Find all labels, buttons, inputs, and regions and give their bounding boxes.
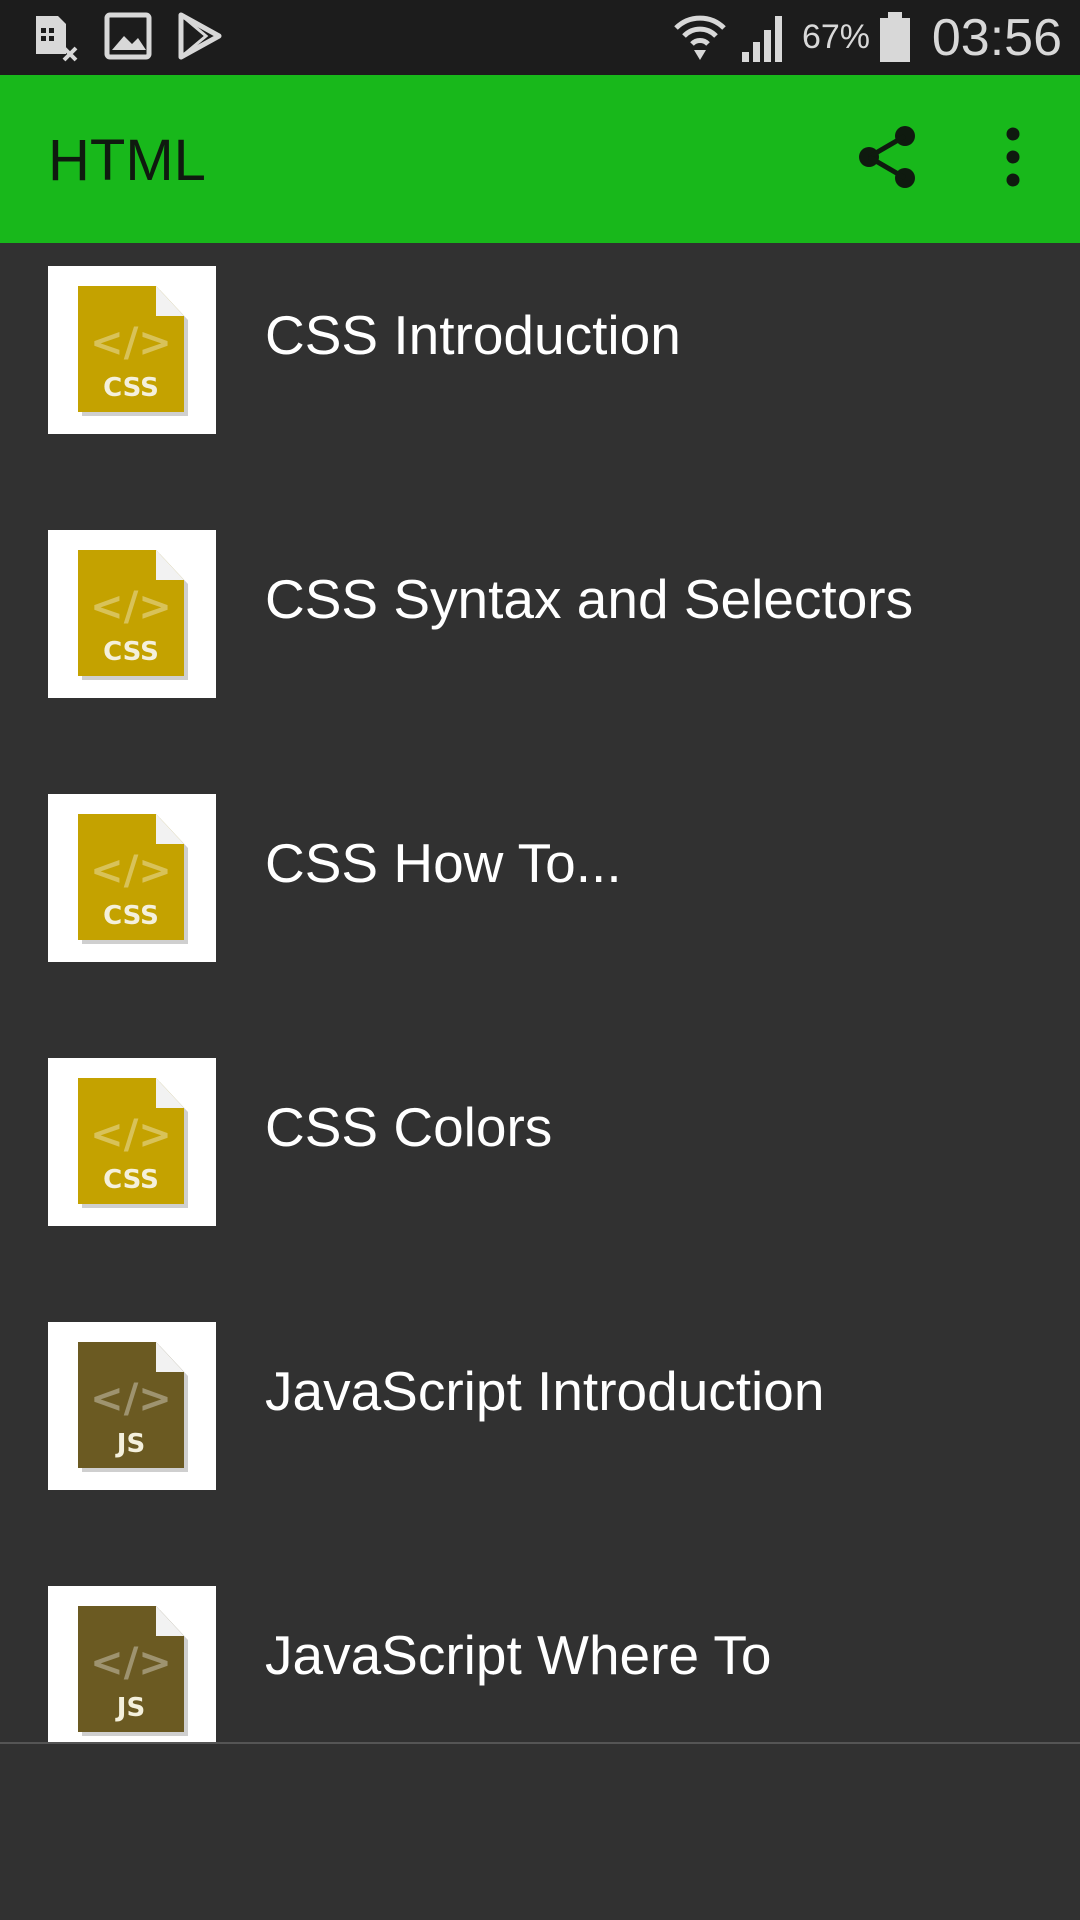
list-item-label: CSS Introduction	[265, 304, 681, 366]
document-icon: </> JS	[78, 1342, 188, 1472]
code-glyph: </>	[90, 848, 172, 894]
file-code-icon: </> CSS	[48, 530, 216, 698]
status-bar: 67% 03:56	[0, 0, 1080, 75]
list-item[interactable]: </> JS JavaScript Where To	[0, 1563, 1080, 1743]
code-glyph: </>	[90, 1376, 172, 1422]
list-item[interactable]: </> CSS CSS Colors	[0, 1035, 1080, 1299]
list-item[interactable]: </> JS JavaScript Introduction	[0, 1299, 1080, 1563]
file-code-icon: </> JS	[48, 1586, 216, 1743]
document-icon: </> CSS	[78, 1078, 188, 1208]
gallery-icon	[104, 12, 152, 60]
code-glyph: </>	[90, 584, 172, 630]
list-item[interactable]: </> CSS CSS How To...	[0, 771, 1080, 1035]
document-icon: </> CSS	[78, 550, 188, 680]
battery-icon	[880, 12, 910, 62]
clock: 03:56	[931, 9, 1062, 67]
file-type-badge: CSS	[103, 637, 159, 667]
code-glyph: </>	[90, 1640, 172, 1686]
list-item[interactable]: </> CSS CSS Syntax and Selectors	[0, 507, 1080, 771]
list-item-label: CSS Syntax and Selectors	[265, 568, 914, 630]
battery-percent: 67%	[801, 18, 870, 56]
file-type-badge: CSS	[103, 373, 159, 403]
file-code-icon: </> JS	[48, 1322, 216, 1490]
document-icon: </> CSS	[78, 814, 188, 944]
app-title: HTML	[48, 128, 206, 193]
app-bar: HTML	[0, 75, 1080, 243]
notification-sim-icon	[36, 16, 78, 62]
file-code-icon: </> CSS	[48, 1058, 216, 1226]
wifi-icon	[674, 15, 726, 60]
play-store-icon	[178, 12, 222, 60]
file-type-badge: JS	[115, 1693, 145, 1723]
footer-area	[0, 1744, 1080, 1920]
file-type-badge: CSS	[103, 901, 159, 931]
code-glyph: </>	[90, 320, 172, 366]
list-item-label: CSS Colors	[265, 1096, 553, 1158]
file-type-badge: JS	[115, 1429, 145, 1459]
list-item-label: CSS How To...	[265, 832, 622, 894]
signal-icon	[742, 16, 782, 62]
lesson-list: </> CSS CSS Introduction </> CSS CSS Syntax a…	[0, 243, 1080, 1743]
document-icon: </> JS	[78, 1606, 188, 1736]
file-code-icon: </> CSS	[48, 794, 216, 962]
list-item-label: JavaScript Where To	[265, 1624, 772, 1686]
file-code-icon: </> CSS	[48, 266, 216, 434]
list-item[interactable]: </> CSS CSS Introduction	[0, 243, 1080, 507]
document-icon: </> CSS	[78, 286, 188, 416]
file-type-badge: CSS	[103, 1165, 159, 1195]
share-icon[interactable]	[855, 122, 925, 192]
list-item-label: JavaScript Introduction	[265, 1360, 825, 1422]
more-vert-icon[interactable]	[990, 122, 1036, 192]
code-glyph: </>	[90, 1112, 172, 1158]
